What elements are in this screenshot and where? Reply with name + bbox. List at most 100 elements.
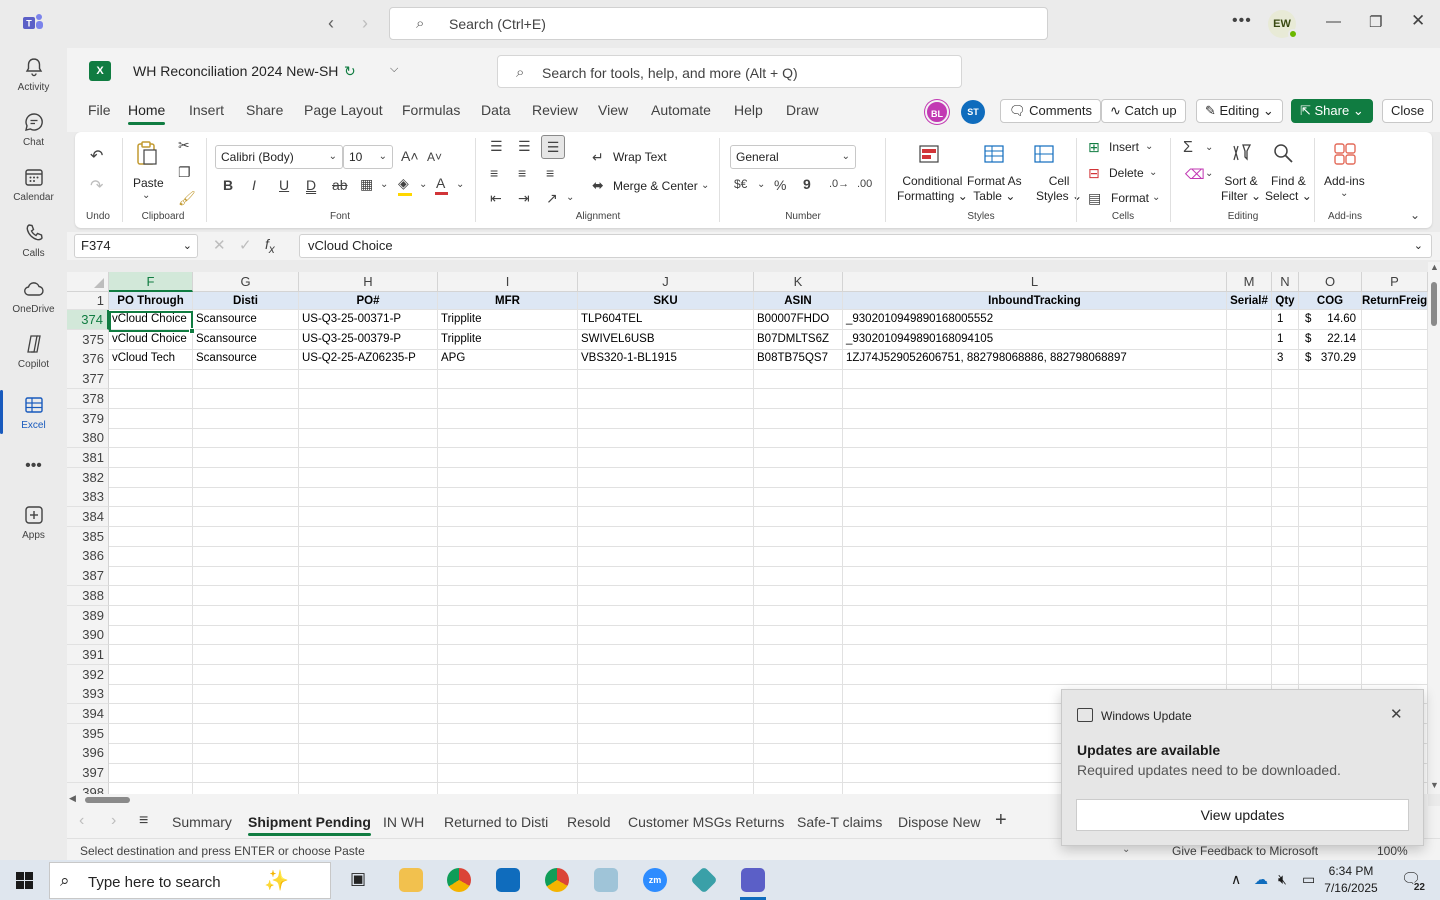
vertical-scrollbar[interactable]: ▲ ▼ <box>1428 262 1440 794</box>
name-box[interactable]: F374 ⌄ <box>74 234 198 258</box>
number-format-dropdown[interactable]: General ⌄ <box>730 145 856 169</box>
table-cell[interactable] <box>578 507 754 528</box>
table-cell[interactable] <box>1272 388 1299 409</box>
table-cell[interactable] <box>438 625 578 646</box>
strikethrough-icon[interactable]: ab <box>332 177 348 193</box>
table-cell[interactable] <box>193 447 299 469</box>
table-cell[interactable] <box>578 644 754 666</box>
fill-color-icon[interactable]: ◈ <box>398 175 409 192</box>
table-cell[interactable] <box>1362 546 1428 567</box>
teams-search-box[interactable]: ⌕ Search (Ctrl+E) <box>389 7 1048 40</box>
tab-insert[interactable]: Insert <box>189 102 224 118</box>
tab-share[interactable]: Share <box>246 102 283 118</box>
volume-muted-icon[interactable]: 🔇︎ <box>1278 871 1287 888</box>
table-cell[interactable] <box>1227 605 1272 626</box>
format-button[interactable]: Format <box>1111 191 1149 206</box>
tab-file[interactable]: File <box>88 102 111 118</box>
table-cell[interactable] <box>843 507 1227 528</box>
table-cell[interactable] <box>299 743 438 764</box>
outlook-icon[interactable] <box>496 868 520 892</box>
table-cell[interactable] <box>1299 467 1362 488</box>
table-cell[interactable] <box>1272 566 1299 587</box>
table-cell[interactable] <box>578 782 754 794</box>
decrease-font-size-icon[interactable]: A˅ <box>427 150 442 164</box>
header-cell[interactable]: PO# <box>299 292 438 310</box>
title-chevron-down-icon[interactable]: ⌵ <box>390 63 398 76</box>
table-cell[interactable] <box>843 369 1227 390</box>
teams-logo-icon[interactable]: T <box>22 12 44 34</box>
table-cell[interactable] <box>299 664 438 685</box>
tab-help[interactable]: Help <box>734 102 763 118</box>
chevron-down-icon[interactable]: ⌄ <box>1340 188 1348 199</box>
table-cell[interactable] <box>1299 566 1362 587</box>
row-header[interactable]: 388 <box>67 585 109 606</box>
table-cell[interactable] <box>578 526 754 547</box>
header-cell[interactable]: SKU <box>578 292 754 310</box>
close-notification-icon[interactable]: ✕ <box>1390 705 1403 723</box>
table-cell[interactable] <box>438 408 578 429</box>
table-cell[interactable] <box>193 408 299 429</box>
table-cell[interactable] <box>754 467 843 488</box>
row-header[interactable]: 393 <box>67 684 109 705</box>
table-cell[interactable] <box>578 723 754 744</box>
table-cell[interactable] <box>578 566 754 587</box>
table-cell[interactable] <box>1299 408 1362 429</box>
table-cell[interactable] <box>299 644 438 666</box>
table-cell[interactable] <box>1299 625 1362 646</box>
table-cell[interactable]: B07DMLTS6Z <box>754 329 843 350</box>
table-cell[interactable] <box>843 546 1227 567</box>
table-cell[interactable]: vCloud Tech <box>109 349 193 370</box>
table-cell[interactable] <box>1299 664 1362 685</box>
row-header[interactable]: 389 <box>67 605 109 626</box>
table-cell[interactable] <box>438 743 578 764</box>
table-cell[interactable] <box>1362 408 1428 429</box>
font-name-dropdown[interactable]: Calibri (Body) ⌄ <box>215 145 343 169</box>
onedrive-tray-icon[interactable]: ☁ <box>1254 871 1268 888</box>
rail-item-calendar[interactable]: Calendar <box>0 166 67 203</box>
table-cell[interactable] <box>109 763 193 784</box>
row-header[interactable]: 378 <box>67 388 109 409</box>
table-cell[interactable] <box>109 566 193 587</box>
add-sheet-icon[interactable]: + <box>995 809 1007 832</box>
cancel-entry-icon[interactable]: ✕ <box>213 236 226 254</box>
table-cell[interactable] <box>754 664 843 685</box>
scroll-left-icon[interactable]: ◀ <box>69 793 76 804</box>
table-cell[interactable] <box>109 644 193 666</box>
table-cell[interactable] <box>754 408 843 429</box>
table-cell[interactable]: B00007FHDO <box>754 310 843 331</box>
presence-avatar[interactable]: BL <box>925 100 949 124</box>
teams-taskbar-icon[interactable] <box>741 868 765 892</box>
table-cell[interactable] <box>843 605 1227 626</box>
sheet-tab-safe-t-claims[interactable]: Safe-T claims <box>797 814 882 830</box>
table-cell[interactable] <box>299 467 438 488</box>
minimize-icon[interactable]: — <box>1326 13 1341 30</box>
table-cell[interactable] <box>578 487 754 508</box>
table-cell[interactable] <box>299 684 438 705</box>
rail-item-more[interactable]: ••• <box>0 457 67 475</box>
chrome-icon[interactable] <box>447 868 471 892</box>
table-cell[interactable] <box>754 684 843 705</box>
table-cell[interactable] <box>193 388 299 409</box>
table-cell[interactable] <box>438 546 578 567</box>
row-header[interactable]: 1 <box>67 292 109 310</box>
row-header[interactable]: 383 <box>67 487 109 508</box>
table-cell[interactable] <box>578 447 754 469</box>
table-cell[interactable] <box>754 388 843 409</box>
rail-item-calls[interactable]: Calls <box>0 222 67 259</box>
view-updates-button[interactable]: View updates <box>1076 799 1409 831</box>
table-cell[interactable] <box>754 566 843 587</box>
rail-item-chat[interactable]: Chat <box>0 111 67 148</box>
row-header[interactable]: 384 <box>67 507 109 528</box>
row-header[interactable]: 390 <box>67 625 109 646</box>
header-cell[interactable]: MFR <box>438 292 578 310</box>
table-cell[interactable] <box>843 428 1227 449</box>
format-painter-icon[interactable]: 🖌︎ <box>178 190 196 207</box>
insert-button[interactable]: Insert <box>1109 140 1139 155</box>
table-cell[interactable] <box>109 467 193 488</box>
table-cell[interactable] <box>1272 428 1299 449</box>
header-cell[interactable]: Disti <box>193 292 299 310</box>
paste-icon[interactable] <box>135 140 159 166</box>
row-header[interactable]: 376 <box>67 349 109 370</box>
borders-icon[interactable]: ▦ <box>360 176 373 193</box>
table-cell[interactable] <box>299 526 438 547</box>
